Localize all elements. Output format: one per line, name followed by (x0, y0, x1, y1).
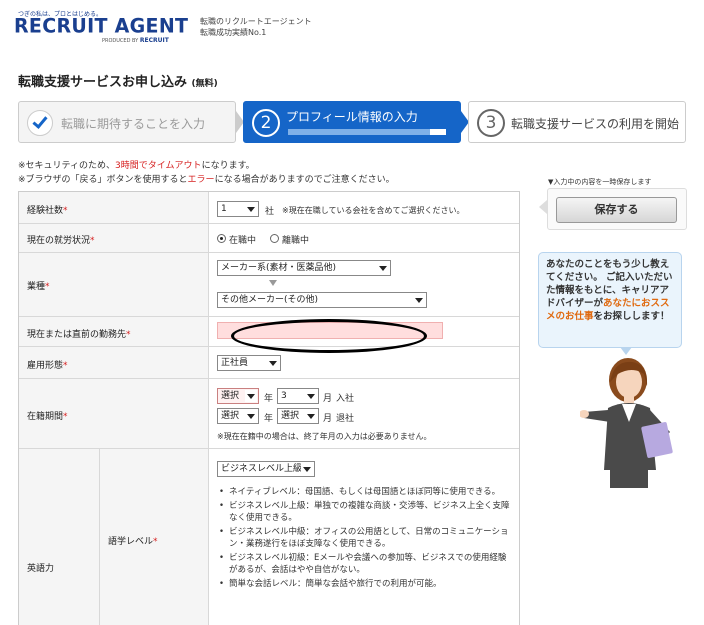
tenure-note: ※現在在籍中の場合は、終了年月の入力は必要ありません。 (217, 432, 432, 441)
check-icon (27, 110, 53, 136)
employed-label: 在職中 (229, 236, 257, 246)
produced-by: PRODUCED BY RECRUIT (102, 37, 169, 44)
header-achievement: 転職成功実績No.1 (200, 28, 267, 37)
leave-label: 退社 (336, 414, 355, 424)
language-level-description: ネイティブレベル：母国語、もしくは母国語とほぼ同等に使用できる。 (217, 486, 513, 498)
step-2: 2 プロフィール情報の入力 (243, 101, 461, 143)
notice-text: になる場合がありますのでご注意ください。 (214, 175, 395, 185)
highlight-oval (231, 319, 427, 353)
industry-category-select[interactable]: メーカー系(素材・医薬品他) (217, 260, 391, 276)
step-3-number: 3 (477, 109, 505, 137)
unemployed-radio[interactable] (270, 234, 279, 243)
companies-unit: 社 (265, 207, 275, 217)
bubble-highlight: お仕事 (565, 311, 594, 322)
unemployed-label: 離職中 (282, 236, 310, 246)
step-1: 転職に期待することを入力 (18, 101, 236, 143)
companies-row: 経験社数* 1 社 ※現在在職している会社を含めてご選択ください。 (19, 192, 519, 224)
employment-type-select[interactable]: 正社員 (217, 355, 281, 371)
timeout-notice: ※セキュリティのため、3時間でタイムアウトになります。 (18, 158, 255, 171)
notice-text: ※ブラウザの「戻る」ボタンを使用すると (18, 175, 188, 185)
year-label: 年 (264, 414, 274, 424)
site-header: つぎの私は、プロとはじめる。 RECRUIT AGENT PRODUCED BY… (0, 0, 704, 60)
language-level-descriptions: ネイティブレベル：母国語、もしくは母国語とほぼ同等に使用できる。ビジネスレベル上… (217, 486, 513, 592)
progress-fill (288, 129, 431, 135)
end-year-select[interactable]: 選択 (217, 408, 259, 424)
language-level-description: ビジネスレベル初級：Eメールや会議への参加等、ビジネスでの使用経験があるが、会話… (217, 552, 513, 576)
page-title-note: (無料) (191, 79, 218, 89)
language-level-description: ビジネスレベル上級：単独での複雑な商談・交渉等、ビジネス上全く支障なく使用できる… (217, 500, 513, 524)
tenure-label: 在籍期間* (27, 412, 68, 422)
step-2-number: 2 (252, 109, 280, 137)
tenure-row: 在籍期間* 選択 年 3 月 入社 選択 年 選択 月 退社 ※現在在籍中の場合… (19, 379, 519, 449)
month-label: 月 (323, 394, 333, 404)
companies-note: ※現在在職している会社を含めてご選択ください。 (282, 206, 465, 215)
employed-radio[interactable] (217, 234, 226, 243)
step-3-label: 転職支援サービスの利用を開始 (511, 117, 680, 131)
employment-type-label: 雇用形態* (27, 361, 68, 371)
step-2-progress-bar (288, 129, 446, 135)
join-label: 入社 (336, 394, 355, 404)
step-3: 3 転職支援サービスの利用を開始 (468, 101, 686, 143)
step-1-label: 転職に期待することを入力 (61, 117, 206, 131)
industry-label: 業種* (27, 282, 50, 292)
language-level-description: ビジネスレベル中級：オフィスの公用語として、日常のコミュニケーション・業務遂行を… (217, 526, 513, 550)
english-label: 英語力 (27, 564, 55, 574)
language-level-select[interactable]: ビジネスレベル上級 (217, 461, 315, 477)
notice-highlight: 3時間でタイムアウト (115, 161, 202, 171)
advisor-speech-bubble: あなたのことをもう少し教えてください。 ご記入いただいた情報をもとに、キャリアア… (538, 252, 682, 348)
back-button-notice: ※ブラウザの「戻る」ボタンを使用するとエラーになる場合がありますのでご注意くださ… (18, 172, 395, 185)
start-month-select[interactable]: 3 (277, 388, 319, 404)
companies-select[interactable]: 1 (217, 201, 259, 217)
page-title: 転職支援サービスお申し込み (無料) (18, 71, 218, 90)
recruit-agent-logo[interactable]: RECRUIT AGENT (14, 14, 188, 37)
step-2-label: プロフィール情報の入力 (286, 110, 418, 124)
start-year-select[interactable]: 選択 (217, 388, 259, 404)
bubble-text: をお探しします！ (593, 311, 670, 322)
employment-status-row: 現在の就労状況* 在職中 離職中 (19, 224, 519, 253)
profile-form: 経験社数* 1 社 ※現在在職している会社を含めてご選択ください。 現在の就労状… (18, 191, 520, 625)
save-pointer-icon (539, 200, 547, 214)
employment-status-label: 現在の就労状況* (27, 236, 95, 246)
year-label: 年 (264, 394, 274, 404)
company-label: 現在または直前の勤務先* (27, 330, 131, 340)
produced-by-label: PRODUCED BY (102, 38, 139, 44)
notice-highlight: エラー (187, 175, 215, 185)
produced-by-brand: RECRUIT (139, 37, 169, 44)
notice-text: ※セキュリティのため、 (18, 161, 116, 171)
header-subtitle: 転職のリクルートエージェント (200, 17, 312, 26)
language-level-label: 語学レベル* (108, 537, 158, 547)
save-note: ▼入力中の内容を一時保存します (548, 178, 652, 186)
down-arrow-icon (269, 280, 277, 286)
page-title-text: 転職支援サービスお申し込み (18, 75, 188, 90)
language-level-description: 簡単な会話レベル：簡単な会話や旅行での利用が可能。 (217, 578, 513, 590)
industry-detail-select[interactable]: その他メーカー(その他) (217, 292, 427, 308)
advisor-illustration (580, 358, 673, 488)
notice-text: になります。 (201, 161, 255, 171)
end-month-select[interactable]: 選択 (277, 408, 319, 424)
employment-type-row: 雇用形態* 正社員 (19, 347, 519, 379)
companies-label: 経験社数* (27, 206, 68, 216)
month-label: 月 (323, 414, 333, 424)
save-button[interactable]: 保存する (556, 197, 677, 223)
